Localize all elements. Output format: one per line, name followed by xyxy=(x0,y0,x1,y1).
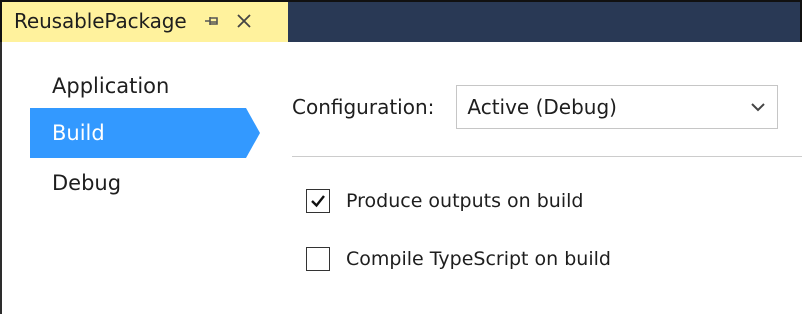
pin-icon[interactable] xyxy=(201,10,223,32)
sidebar-item-label: Build xyxy=(52,121,105,145)
sidebar-nav: Application Build Debug xyxy=(30,64,270,208)
produce-outputs-option[interactable]: Produce outputs on build xyxy=(306,186,583,216)
produce-outputs-checkbox[interactable] xyxy=(306,189,330,213)
compile-typescript-checkbox[interactable] xyxy=(306,247,330,271)
checkmark-icon xyxy=(311,195,325,208)
configuration-value: Active (Debug) xyxy=(467,95,617,119)
configuration-dropdown[interactable]: Active (Debug) xyxy=(456,85,779,129)
sidebar-item-label: Application xyxy=(52,74,170,98)
produce-outputs-label: Produce outputs on build xyxy=(346,190,584,212)
tab-title: ReusablePackage xyxy=(14,9,187,33)
close-icon[interactable] xyxy=(233,10,255,32)
document-tab[interactable]: ReusablePackage xyxy=(2,2,288,42)
configuration-row: Configuration: Active (Debug) xyxy=(292,84,779,130)
sidebar-item-debug[interactable]: Debug xyxy=(30,158,270,208)
window-left-border xyxy=(0,42,2,314)
sidebar-item-build[interactable]: Build xyxy=(30,108,260,158)
selection-arrow xyxy=(246,108,260,158)
sidebar-item-label: Debug xyxy=(52,171,122,195)
chevron-down-icon xyxy=(751,103,766,112)
compile-typescript-label: Compile TypeScript on build xyxy=(346,248,611,270)
sidebar-item-application[interactable]: Application xyxy=(30,64,270,108)
section-divider xyxy=(292,156,802,157)
document-tab-strip: ReusablePackage xyxy=(0,0,802,42)
project-properties-window: ReusablePackage Application Build Debug xyxy=(0,0,802,314)
configuration-label: Configuration: xyxy=(292,95,435,119)
compile-typescript-option[interactable]: Compile TypeScript on build xyxy=(306,244,611,274)
